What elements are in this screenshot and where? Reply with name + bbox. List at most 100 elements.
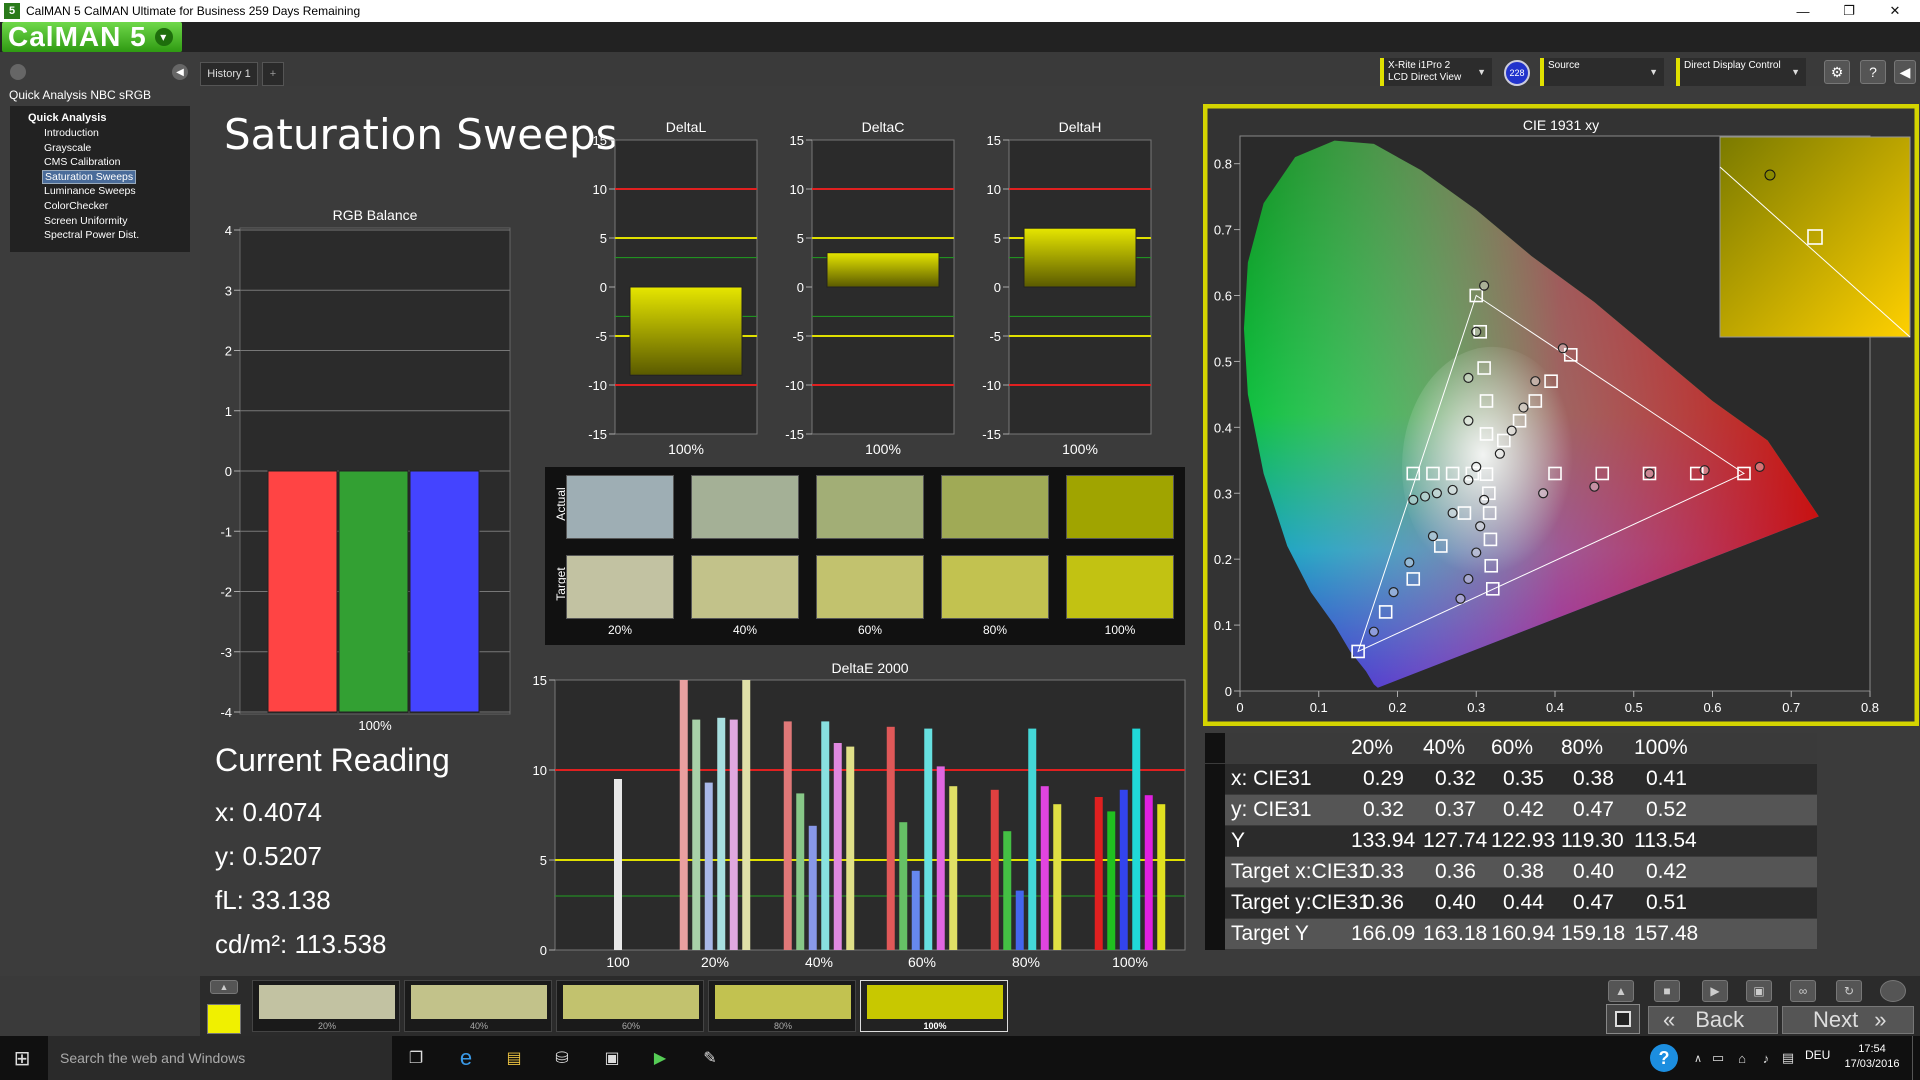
collapse-right-icon[interactable]: ◀ xyxy=(1894,60,1916,84)
cie-actual-point xyxy=(1463,415,1474,426)
add-tab-button[interactable]: + xyxy=(262,62,284,86)
close-button[interactable]: ✕ xyxy=(1872,0,1918,22)
row-label: x: CIE31 xyxy=(1231,767,1312,790)
tray-icon[interactable]: ▭ xyxy=(1706,1046,1730,1070)
rgb-tick-label: 0 xyxy=(225,464,232,479)
table-cell: 163.18 xyxy=(1423,922,1488,945)
gear-icon[interactable]: ⚙ xyxy=(1824,60,1850,84)
bottom-swatch[interactable]: 100% xyxy=(860,980,1008,1032)
cie-actual-point xyxy=(1388,587,1399,598)
bottom-swatch[interactable]: 80% xyxy=(708,980,856,1032)
deltae-bar xyxy=(911,870,920,950)
app-icon-2[interactable]: ✎ xyxy=(698,1046,722,1070)
bottom-swatch[interactable]: 60% xyxy=(556,980,704,1032)
tree-item-colorchecker[interactable]: ColorChecker xyxy=(42,199,110,214)
tree-item-spectral-power[interactable]: Spectral Power Dist. xyxy=(42,228,141,243)
app-icon-1[interactable]: ▣ xyxy=(600,1046,624,1070)
maximize-button[interactable]: ❐ xyxy=(1826,0,1872,22)
up-icon[interactable]: ▲ xyxy=(210,980,238,994)
cie-actual-point xyxy=(1463,573,1474,585)
deltae-bar xyxy=(1094,797,1103,950)
deltae-bar xyxy=(1003,831,1012,950)
table-cell: 0.52 xyxy=(1646,798,1687,821)
table-cell: 159.18 xyxy=(1561,922,1626,945)
table-cell: 0.42 xyxy=(1503,798,1544,821)
table-row: Target y:CIE31 0.36 0.40 0.44 0.47 0.51 xyxy=(1205,888,1817,919)
target-swatch xyxy=(1066,555,1174,619)
cie-xtick-label: 0.8 xyxy=(1861,700,1879,715)
circle-icon[interactable] xyxy=(1880,980,1906,1002)
deltae-bar xyxy=(1144,795,1153,950)
collapse-icon[interactable]: ◀ xyxy=(172,64,188,80)
tree-item-saturation-sweeps[interactable]: Saturation Sweeps xyxy=(42,169,137,185)
record-icon[interactable] xyxy=(10,64,26,80)
help-icon[interactable]: ? xyxy=(1650,1044,1678,1072)
cie-actual-point xyxy=(1518,402,1529,413)
tree-root[interactable]: Quick Analysis xyxy=(28,112,190,124)
back-button[interactable]: « Back xyxy=(1648,1006,1778,1034)
table-header-row: 20% 40% 60% 80% 100% xyxy=(1205,733,1817,763)
cie-ytick-label: 0.2 xyxy=(1214,552,1232,567)
bottom-swatch[interactable]: 40% xyxy=(404,980,552,1032)
bottom-swatch[interactable]: 20% xyxy=(252,980,400,1032)
double-chevron-left-icon: « xyxy=(1663,1007,1676,1032)
up-icon[interactable]: ▲ xyxy=(1608,980,1634,1002)
stop-square-button[interactable] xyxy=(1606,1004,1640,1034)
language-indicator[interactable]: DEU xyxy=(1805,1048,1830,1062)
task-view-icon[interactable]: ❐ xyxy=(404,1046,428,1070)
meter-badge[interactable]: 228 xyxy=(1504,60,1530,86)
delta-tick-label: 15 xyxy=(790,133,804,148)
calman-taskbar-icon[interactable]: ▶ xyxy=(648,1046,672,1070)
display-selector[interactable]: Direct Display Control ▼ xyxy=(1676,58,1806,86)
delta-tick-label: -10 xyxy=(982,378,1001,393)
tree-item-luminance-sweeps[interactable]: Luminance Sweeps xyxy=(42,184,138,199)
save-icon[interactable]: ▣ xyxy=(1746,980,1772,1002)
bottom-swatch-label: 100% xyxy=(923,1021,947,1031)
page-title: Saturation Sweeps xyxy=(224,110,618,159)
minimize-button[interactable]: — xyxy=(1780,0,1826,22)
store-icon[interactable]: ⛁ xyxy=(550,1046,574,1070)
cie-xtick-label: 0.2 xyxy=(1388,700,1406,715)
tree-item-cms-calibration[interactable]: CMS Calibration xyxy=(42,155,122,170)
delta-tick-label: 0 xyxy=(797,280,804,295)
cie-actual-point xyxy=(1427,531,1439,542)
target-swatch xyxy=(566,555,674,619)
show-desktop-button[interactable] xyxy=(1912,1036,1920,1080)
play-icon[interactable]: ▶ xyxy=(1702,980,1728,1002)
loop-icon[interactable]: ∞ xyxy=(1790,980,1816,1002)
taskbar-search[interactable]: Search the web and Windows xyxy=(48,1036,392,1080)
cie-actual-point xyxy=(1699,465,1710,476)
help-icon[interactable]: ? xyxy=(1860,60,1886,84)
network-icon[interactable]: ⌂ xyxy=(1730,1046,1754,1070)
edge-icon[interactable]: e xyxy=(454,1045,478,1070)
table-cell: 157.48 xyxy=(1634,922,1699,945)
explorer-icon[interactable]: ▤ xyxy=(502,1046,526,1070)
message-icon[interactable]: ▤ xyxy=(1776,1046,1800,1070)
cie-zoom-inset xyxy=(1719,136,1911,338)
tree-item-grayscale[interactable]: Grayscale xyxy=(42,141,93,156)
source-selector[interactable]: Source ▼ xyxy=(1540,58,1664,86)
tree-item-introduction[interactable]: Introduction xyxy=(42,126,101,141)
table-cell: 0.51 xyxy=(1646,891,1687,914)
clock[interactable]: 17:54 17/03/2016 xyxy=(1840,1042,1904,1072)
cie-zoom-actual xyxy=(1764,169,1776,181)
table-cell: 160.94 xyxy=(1491,922,1556,945)
deltae-bar xyxy=(886,726,895,950)
table-cell: 0.42 xyxy=(1646,860,1687,883)
deltae-bar xyxy=(1157,804,1166,950)
calman-logo-button[interactable]: CalMAN 5 ▾ xyxy=(2,21,182,52)
chevron-down-icon: ▾ xyxy=(154,28,173,46)
refresh-icon[interactable]: ↻ xyxy=(1836,980,1862,1002)
stop-icon[interactable]: ■ xyxy=(1654,980,1680,1002)
next-button[interactable]: Next » xyxy=(1782,1006,1914,1034)
rgb-tick-label: -2 xyxy=(220,585,232,600)
windows-start-icon[interactable]: ⊞ xyxy=(10,1046,34,1070)
meter-selector[interactable]: X-Rite i1Pro 2 LCD Direct View ▼ xyxy=(1380,58,1492,86)
cie-actual-point xyxy=(1447,507,1458,519)
deltae-bar xyxy=(990,789,999,950)
tree-item-screen-uniformity[interactable]: Screen Uniformity xyxy=(42,214,129,229)
table-cell: 0.38 xyxy=(1573,767,1614,790)
volume-icon[interactable]: ♪ xyxy=(1754,1046,1778,1070)
tab-history-1[interactable]: History 1 xyxy=(200,62,258,86)
table-cell: 113.54 xyxy=(1634,829,1697,852)
